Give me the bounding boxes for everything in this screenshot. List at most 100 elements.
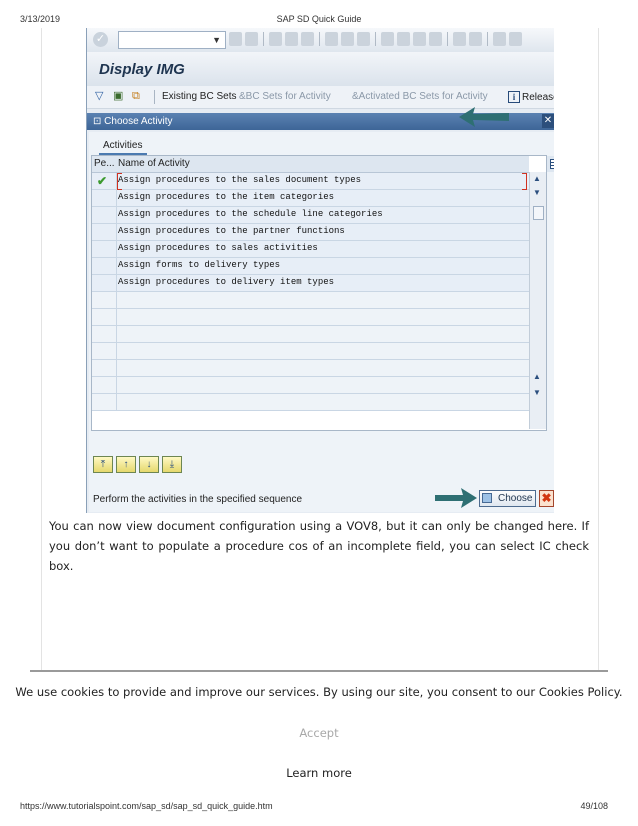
status-cell: ✔ xyxy=(92,173,117,189)
empty-row xyxy=(92,309,529,326)
dialog-title: ⊡ Choose Activity xyxy=(93,116,173,127)
release-button[interactable]: iRelease xyxy=(508,91,554,103)
scroll-up-bottom-icon[interactable]: ▲ xyxy=(533,372,541,381)
print-title: SAP SD Quick Guide xyxy=(276,14,362,24)
scroll-up-icon[interactable]: ▲ xyxy=(533,174,541,183)
bc-sets-for-activity-label: BC Sets for Activity xyxy=(245,91,331,102)
article-paragraph: You can now view document configuration … xyxy=(49,519,589,573)
empty-row xyxy=(92,292,529,309)
enter-icon[interactable]: ✓ xyxy=(93,32,108,47)
checkmark-icon: ✔ xyxy=(97,174,108,188)
bc-set-icon: & xyxy=(239,91,246,102)
accept-button[interactable]: Accept xyxy=(0,726,638,740)
empty-row xyxy=(92,326,529,343)
img-note-icon[interactable]: ▣ xyxy=(113,90,123,103)
cancel-icon[interactable] xyxy=(301,32,314,46)
next-page-icon[interactable] xyxy=(413,32,426,46)
back-nav-icon[interactable] xyxy=(269,32,282,46)
vertical-scrollbar[interactable]: ▲ ▼ ▲ ▼ xyxy=(529,172,546,429)
choose-icon xyxy=(482,493,492,503)
status-cell xyxy=(92,275,117,291)
table-row[interactable]: Assign procedures to the partner functio… xyxy=(92,224,529,241)
content-divider xyxy=(30,670,608,672)
empty-row xyxy=(92,394,529,411)
last-page-icon[interactable] xyxy=(429,32,442,46)
status-cell xyxy=(92,190,117,206)
cookie-message: We use cookies to provide and improve ou… xyxy=(15,685,623,699)
bc-sets-for-activity-button[interactable]: &BC Sets for Activity xyxy=(239,91,331,102)
chevron-down-icon[interactable]: ▼ xyxy=(212,32,221,48)
scroll-down-bottom-icon[interactable]: ▼ xyxy=(533,388,541,397)
sequence-buttons: ⤒ ↑ ↓ ⤓ xyxy=(93,456,182,473)
help-icon[interactable] xyxy=(493,32,506,46)
window-title: Display IMG xyxy=(99,61,185,78)
activity-rows: ✔ Assign procedures to the sales documen… xyxy=(92,173,529,411)
scroll-down-icon[interactable]: ▼ xyxy=(533,188,541,197)
dialog-body: Activities Pe... Name of Activity ✔ Assi… xyxy=(89,132,554,512)
filter-icon[interactable]: ▽ xyxy=(95,90,103,103)
next-activity-button[interactable]: ↓ xyxy=(139,456,159,473)
print-icon[interactable] xyxy=(325,32,338,46)
sap-standard-toolbar: ✓ ▼ xyxy=(87,28,554,53)
dialog-title-label: Choose Activity xyxy=(104,116,173,127)
dialog-hint: Perform the activities in the specified … xyxy=(93,494,302,505)
focus-marker-right xyxy=(522,173,527,190)
status-cell xyxy=(92,241,117,257)
copy-icon[interactable]: ⧉ xyxy=(132,90,140,103)
annotation-arrow-icon xyxy=(459,107,509,127)
table-header: Pe... Name of Activity xyxy=(92,156,529,173)
empty-row xyxy=(92,377,529,394)
table-row[interactable]: Assign procedures to the schedule line c… xyxy=(92,207,529,224)
activity-name: Assign procedures to the partner functio… xyxy=(118,226,345,236)
activities-table: Pe... Name of Activity ✔ Assign procedur… xyxy=(91,155,554,431)
first-page-icon[interactable] xyxy=(381,32,394,46)
cancel-button[interactable]: ✖ xyxy=(539,490,554,507)
table-row[interactable]: ✔ Assign procedures to the sales documen… xyxy=(92,173,529,190)
empty-row xyxy=(92,360,529,377)
activity-name: Assign procedures to the item categories xyxy=(118,192,335,202)
activity-name: Assign forms to delivery types xyxy=(118,260,281,270)
exit-icon[interactable] xyxy=(285,32,298,46)
previous-activity-button[interactable]: ↑ xyxy=(116,456,136,473)
dialog-icon: ⊡ xyxy=(93,116,102,127)
command-field[interactable]: ▼ xyxy=(118,31,226,49)
toolbar-icons xyxy=(229,32,522,48)
activity-name: Assign procedures to the sales document … xyxy=(118,175,362,185)
layout-icon[interactable] xyxy=(509,32,522,46)
shortcut-icon[interactable] xyxy=(469,32,482,46)
status-cell xyxy=(92,258,117,274)
column-header-name[interactable]: Name of Activity xyxy=(118,158,190,169)
sap-title-bar: Display IMG xyxy=(87,52,554,86)
sap-screenshot: ✓ ▼ Display IMG ▽ ▣ ⧉ Existing BC Sets &… xyxy=(86,28,554,513)
learn-more-link[interactable]: Learn more xyxy=(0,766,638,780)
activity-name: Assign procedures to delivery item types xyxy=(118,277,335,287)
last-activity-button[interactable]: ⤓ xyxy=(162,456,182,473)
save-icon[interactable] xyxy=(245,32,258,46)
new-session-icon[interactable] xyxy=(453,32,466,46)
find-next-icon[interactable] xyxy=(357,32,370,46)
table-row[interactable]: Assign procedures to sales activities xyxy=(92,241,529,258)
column-header-pe[interactable]: Pe... xyxy=(94,158,115,169)
choose-button[interactable]: Choose xyxy=(479,490,536,507)
choose-label: Choose xyxy=(498,493,533,504)
activity-name: Assign procedures to the schedule line c… xyxy=(118,209,383,219)
first-activity-button[interactable]: ⤒ xyxy=(93,456,113,473)
bc-set-icon: & xyxy=(352,91,359,102)
activated-bc-sets-button[interactable]: &Activated BC Sets for Activity xyxy=(352,91,488,102)
status-cell xyxy=(92,207,117,223)
status-cell xyxy=(92,224,117,240)
empty-row xyxy=(92,343,529,360)
print-url: https://www.tutorialspoint.com/sap_sd/sa… xyxy=(20,801,273,811)
scroll-thumb[interactable] xyxy=(533,206,544,220)
table-row[interactable]: Assign procedures to the item categories xyxy=(92,190,529,207)
back-icon[interactable] xyxy=(229,32,242,46)
previous-page-icon[interactable] xyxy=(397,32,410,46)
activity-name: Assign procedures to sales activities xyxy=(118,243,318,253)
column-settings-button[interactable] xyxy=(547,156,554,172)
table-row[interactable]: Assign forms to delivery types xyxy=(92,258,529,275)
close-icon[interactable]: ✕ xyxy=(542,114,554,128)
table-row[interactable]: Assign procedures to delivery item types xyxy=(92,275,529,292)
find-icon[interactable] xyxy=(341,32,354,46)
tab-activities[interactable]: Activities xyxy=(99,139,147,155)
existing-bc-sets-button[interactable]: Existing BC Sets xyxy=(162,91,236,102)
